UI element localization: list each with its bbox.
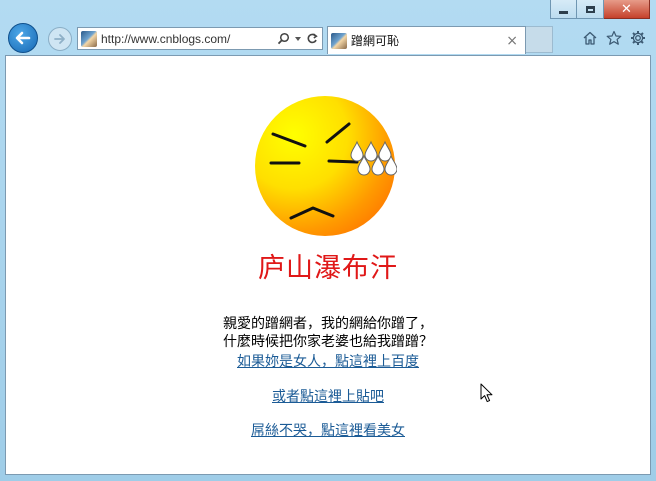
site-favicon-icon [81, 30, 97, 47]
home-icon [583, 31, 597, 45]
refresh-icon[interactable] [306, 32, 318, 45]
tab-close-icon[interactable]: × [506, 33, 518, 49]
back-button[interactable] [8, 23, 38, 53]
mouse-cursor-icon [480, 383, 493, 403]
tab-favicon-icon [331, 32, 347, 49]
page-content: 庐山瀑布汗 親愛的蹭網者，我的網給你蹭了， 什麼時候把你家老婆也給我蹭蹭？ 如果… [5, 55, 651, 475]
window-caption-buttons: ✕ [550, 0, 650, 20]
link-row-beauty: 屌絲不哭，點這裡看美女 [6, 420, 650, 440]
close-window-button[interactable]: ✕ [604, 0, 650, 19]
settings-button[interactable] [630, 30, 646, 46]
address-bar[interactable]: http://www.cnblogs.com/ [77, 27, 323, 50]
page-headline: 庐山瀑布汗 [258, 253, 398, 284]
link-beauty[interactable]: 屌絲不哭，點這裡看美女 [251, 423, 405, 439]
maximize-icon [585, 5, 595, 13]
home-button[interactable] [582, 30, 598, 46]
forward-arrow-icon [54, 34, 65, 44]
url-input[interactable]: http://www.cnblogs.com/ [101, 32, 277, 46]
browser-tools [582, 30, 646, 46]
search-icon[interactable] [277, 32, 290, 45]
new-tab-button[interactable] [526, 26, 553, 53]
forward-button[interactable] [48, 27, 72, 51]
close-icon: ✕ [621, 1, 632, 17]
maximize-button[interactable] [577, 0, 604, 19]
message-line-1: 親愛的蹭網者，我的網給你蹭了， [223, 316, 433, 332]
star-icon [606, 30, 622, 45]
link-tieba[interactable]: 或者點這裡上貼吧 [272, 389, 384, 405]
dropdown-icon[interactable] [294, 35, 302, 43]
favorites-button[interactable] [606, 30, 622, 46]
sweating-emoji-icon [255, 96, 397, 236]
tab-active[interactable]: 蹭網可恥 × [327, 26, 526, 54]
link-baidu[interactable]: 如果妳是女人，點這裡上百度 [237, 354, 419, 370]
back-arrow-icon [15, 31, 31, 45]
address-bar-tools [277, 32, 318, 45]
minimize-icon [559, 10, 568, 14]
tab-title: 蹭網可恥 [351, 34, 400, 48]
minimize-button[interactable] [550, 0, 577, 19]
browser-window: ✕ http://www.cnblogs.com/ 蹭網可恥 × 庐山瀑布汗 親… [0, 0, 656, 481]
navigation-bar: http://www.cnblogs.com/ 蹭網可恥 × [0, 20, 656, 54]
link-row-tieba: 或者點這裡上貼吧 [6, 386, 650, 406]
message-line-2: 什麼時候把你家老婆也給我蹭蹭？ [223, 334, 433, 350]
gear-icon [631, 31, 645, 45]
message-text: 親愛的蹭網者，我的網給你蹭了， 什麼時候把你家老婆也給我蹭蹭？ [6, 315, 650, 351]
link-row-baidu: 如果妳是女人，點這裡上百度 [6, 351, 650, 371]
